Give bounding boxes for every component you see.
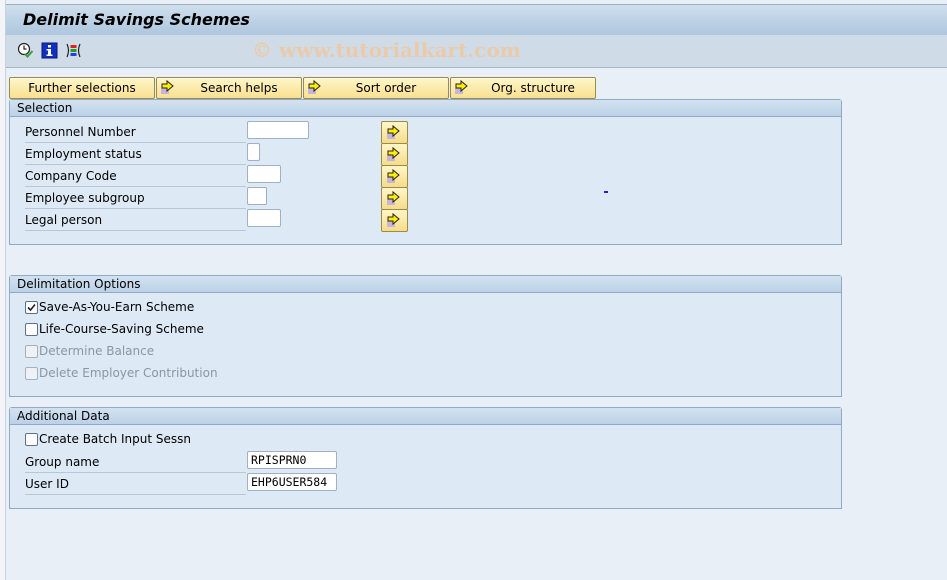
determine-balance-label: Determine Balance — [39, 344, 155, 358]
personnel-number-input[interactable] — [247, 121, 309, 139]
search-helps-label: Search helps — [200, 81, 278, 95]
additional-data-group: Additional Data Create Batch Input Sessn… — [9, 407, 842, 509]
life-course-saving-label: Life-Course-Saving Scheme — [39, 322, 204, 336]
determine-balance-checkbox — [25, 345, 38, 358]
employee-subgroup-multiple-selection-button[interactable] — [381, 187, 408, 210]
application-toolbar: © www.tutorialkart.com — [6, 35, 947, 68]
arrow-right-icon — [387, 190, 400, 205]
group-name-label: Group name — [25, 452, 246, 473]
sort-order-button[interactable]: Sort order — [303, 77, 449, 99]
company-code-multiple-selection-button[interactable] — [381, 165, 408, 188]
company-code-label: Company Code — [25, 166, 246, 187]
employment-status-input[interactable] — [247, 143, 260, 161]
save-as-you-earn-checkbox-row: Save-As-You-Earn Scheme — [25, 298, 194, 316]
further-selections-label: Further selections — [28, 81, 136, 95]
information-icon[interactable] — [41, 42, 58, 59]
search-helps-button[interactable]: Search helps — [156, 77, 302, 99]
arrow-right-icon — [387, 124, 400, 139]
save-as-you-earn-label: Save-As-You-Earn Scheme — [39, 300, 195, 314]
org-structure-label: Org. structure — [491, 81, 575, 95]
delimitation-options-group: Delimitation Options Save-As-You-Earn Sc… — [9, 275, 842, 397]
org-structure-button[interactable]: Org. structure — [450, 77, 596, 99]
title-bar: Delimit Savings Schemes — [6, 4, 947, 36]
arrow-right-icon — [387, 212, 400, 227]
selection-options-icon[interactable] — [65, 42, 82, 59]
life-course-saving-checkbox[interactable] — [25, 323, 38, 336]
execute-clock-icon[interactable] — [17, 42, 34, 59]
employee-subgroup-input[interactable] — [247, 187, 267, 205]
personnel-number-multiple-selection-button[interactable] — [381, 121, 408, 144]
company-code-input[interactable] — [247, 165, 281, 183]
legal-person-label: Legal person — [25, 210, 246, 231]
user-id-input[interactable] — [247, 473, 337, 491]
sort-order-label: Sort order — [355, 81, 417, 95]
create-batch-input-checkbox[interactable] — [25, 433, 38, 446]
create-batch-input-checkbox-row: Create Batch Input Sessn — [25, 430, 191, 448]
checkmark-icon — [27, 303, 36, 312]
selection-group-title: Selection — [10, 100, 841, 117]
employment-status-label: Employment status — [25, 144, 246, 165]
stray-mark — [604, 191, 608, 193]
arrow-right-icon — [387, 146, 400, 161]
delete-employer-contribution-label: Delete Employer Contribution — [39, 366, 218, 380]
legal-person-multiple-selection-button[interactable] — [381, 209, 408, 232]
window-left-edge — [0, 0, 6, 580]
selection-group: Selection Personnel Number Employment st… — [9, 99, 842, 245]
life-course-saving-checkbox-row: Life-Course-Saving Scheme — [25, 320, 204, 338]
watermark: © www.tutorialkart.com — [252, 38, 521, 62]
personnel-number-label: Personnel Number — [25, 122, 246, 143]
employment-status-multiple-selection-button[interactable] — [381, 143, 408, 166]
employee-subgroup-label: Employee subgroup — [25, 188, 246, 209]
user-id-label: User ID — [25, 474, 246, 495]
page-title: Delimit Savings Schemes — [23, 10, 250, 29]
legal-person-input[interactable] — [247, 209, 281, 227]
group-name-input[interactable] — [247, 451, 337, 469]
delete-employer-contribution-checkbox — [25, 367, 38, 380]
save-as-you-earn-checkbox[interactable] — [25, 301, 38, 314]
arrow-right-icon — [387, 168, 400, 183]
determine-balance-checkbox-row: Determine Balance — [25, 342, 154, 360]
delimitation-options-title: Delimitation Options — [10, 276, 841, 293]
further-selections-button[interactable]: Further selections — [9, 77, 155, 99]
create-batch-input-label: Create Batch Input Sessn — [39, 432, 191, 446]
delete-employer-contribution-checkbox-row: Delete Employer Contribution — [25, 364, 218, 382]
additional-data-title: Additional Data — [10, 408, 841, 425]
